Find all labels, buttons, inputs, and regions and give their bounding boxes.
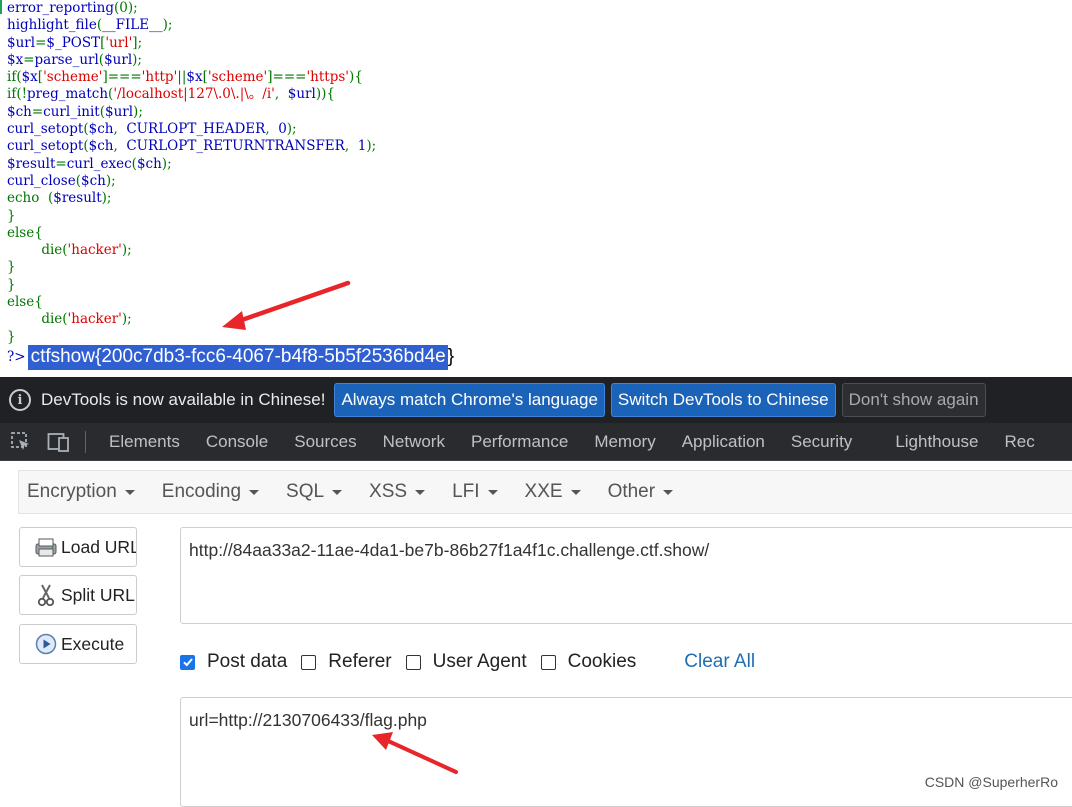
caret-down-icon — [663, 489, 674, 495]
code-line: $x=parse_url($url); — [7, 51, 142, 68]
post-data-value: url=http://2130706433/flag.php — [189, 710, 427, 730]
tab-network[interactable]: Network — [372, 432, 460, 452]
code-line: error_reporting(0); — [7, 0, 138, 16]
menu-other-label: Other — [607, 481, 656, 502]
code-line: $result=curl_exec($ch); — [7, 155, 172, 172]
code-line: else{ — [7, 224, 43, 241]
referer-checkbox[interactable] — [301, 654, 317, 670]
cookies-label[interactable]: Cookies — [568, 651, 637, 673]
menu-sql-label: SQL — [286, 481, 325, 502]
referer-label[interactable]: Referer — [328, 651, 391, 673]
post-data-textarea[interactable]: url=http://2130706433/flag.php — [180, 697, 1072, 807]
php-close-tag: ?> — [7, 349, 26, 365]
load-url-button[interactable]: Load URL — [19, 527, 137, 567]
url-value: http://84aa33a2-11ae-4da1-be7b-86b27f1a4… — [189, 540, 710, 560]
tab-recorder[interactable]: Rec — [994, 432, 1050, 452]
tab-application[interactable]: Application — [671, 432, 780, 452]
menu-xss[interactable]: XSS — [369, 481, 426, 503]
switch-devtools-chinese-button[interactable]: Switch DevTools to Chinese — [610, 383, 836, 417]
flag-output-line: ?> ctfshow{200c7db3-fcc6-4067-b4f8-5b5f2… — [7, 344, 454, 370]
execute-button[interactable]: Execute — [19, 624, 137, 664]
watermark-text: CSDN @SuperherRo — [924, 774, 1058, 790]
code-line: } — [7, 259, 16, 276]
tab-sources[interactable]: Sources — [283, 432, 371, 452]
caret-down-icon — [415, 489, 426, 495]
tab-performance[interactable]: Performance — [460, 432, 583, 452]
clear-all-link[interactable]: Clear All — [684, 651, 755, 673]
code-line: highlight_file(__FILE__); — [7, 17, 173, 34]
menu-lfi-label: LFI — [452, 481, 480, 502]
line-marker — [0, 0, 2, 14]
menu-encryption[interactable]: Encryption — [27, 481, 135, 503]
code-line: echo ($result); — [7, 190, 112, 207]
tab-security[interactable]: Security — [780, 432, 884, 452]
post-data-label[interactable]: Post data — [207, 651, 287, 673]
code-line: $url=$_POST['url']; — [7, 34, 143, 51]
hackbar-panel: Encryption Encoding SQL XSS LFI XXE Othe… — [0, 461, 1072, 807]
menu-xss-label: XSS — [369, 481, 408, 502]
code-line: } — [7, 207, 16, 224]
caret-down-icon — [249, 489, 260, 495]
inspect-element-icon[interactable] — [9, 430, 33, 454]
load-url-icon — [34, 535, 58, 559]
caret-down-icon — [487, 489, 498, 495]
tab-console[interactable]: Console — [195, 432, 283, 452]
code-line: $ch=curl_init($url); — [7, 103, 143, 120]
cookies-checkbox[interactable] — [540, 654, 556, 670]
menu-encoding-label: Encoding — [161, 481, 242, 502]
code-line: if(!preg_match('/localhost|127\.0\.|\。/i… — [7, 86, 335, 103]
tab-elements[interactable]: Elements — [98, 432, 195, 452]
php-source-view: error_reporting(0); highlight_file(__FILE… — [0, 0, 1072, 377]
info-icon: i — [9, 389, 31, 411]
infobar-message: DevTools is now available in Chinese! — [41, 390, 326, 409]
dont-show-again-button[interactable]: Don't show again — [841, 383, 986, 417]
execute-label: Execute — [61, 633, 125, 654]
code-line: if($x['scheme']==='http'||$x['scheme']==… — [7, 69, 363, 86]
post-data-checkbox[interactable] — [180, 654, 195, 670]
code-line: else{ — [7, 294, 43, 311]
tab-memory[interactable]: Memory — [583, 432, 670, 452]
request-options-row: Post data Referer User Agent Cookies Cle… — [180, 650, 755, 674]
split-url-button[interactable]: Split URL — [19, 575, 137, 615]
hackbar-menu-bar: Encryption Encoding SQL XSS LFI XXE Othe… — [18, 470, 1072, 514]
tab-lighthouse[interactable]: Lighthouse — [884, 432, 993, 452]
code-line: die('hacker'); — [7, 242, 132, 259]
code-line: curl_setopt($ch, CURLOPT_HEADER, 0); — [7, 121, 297, 138]
menu-encoding[interactable]: Encoding — [161, 481, 260, 503]
menu-other[interactable]: Other — [608, 481, 674, 503]
user-agent-label[interactable]: User Agent — [433, 651, 527, 673]
split-url-label: Split URL — [61, 584, 135, 605]
flag-closing-brace[interactable]: } — [448, 346, 454, 368]
devtools-tab-bar: Elements Console Sources Network Perform… — [0, 423, 1072, 461]
devtools-language-infobar: i DevTools is now available in Chinese! … — [0, 377, 1072, 423]
url-textarea[interactable]: http://84aa33a2-11ae-4da1-be7b-86b27f1a4… — [180, 527, 1072, 624]
caret-down-icon — [332, 489, 343, 495]
caret-down-icon — [124, 489, 135, 495]
code-line: die('hacker'); — [7, 311, 132, 328]
code-line: } — [7, 276, 16, 293]
code-line: curl_close($ch); — [7, 172, 116, 189]
source-code-block: error_reporting(0); highlight_file(__FILE… — [7, 0, 376, 346]
user-agent-checkbox[interactable] — [405, 654, 421, 670]
code-line: curl_setopt($ch, CURLOPT_RETURNTRANSFER,… — [7, 138, 377, 155]
menu-sql[interactable]: SQL — [286, 481, 343, 503]
load-url-label: Load URL — [61, 536, 137, 557]
flag-text-selected[interactable]: ctfshow{200c7db3-fcc6-4067-b4f8-5b5f2536… — [27, 344, 448, 370]
always-match-language-button[interactable]: Always match Chrome's language — [334, 383, 605, 417]
play-icon — [34, 632, 58, 656]
menu-lfi[interactable]: LFI — [452, 481, 498, 503]
scissors-icon — [34, 583, 58, 607]
tabbar-divider — [85, 430, 86, 453]
caret-down-icon — [570, 489, 581, 495]
menu-encryption-label: Encryption — [27, 481, 117, 502]
device-toolbar-icon[interactable] — [47, 430, 71, 454]
menu-xxe-label: XXE — [524, 481, 563, 502]
menu-xxe[interactable]: XXE — [525, 481, 581, 503]
